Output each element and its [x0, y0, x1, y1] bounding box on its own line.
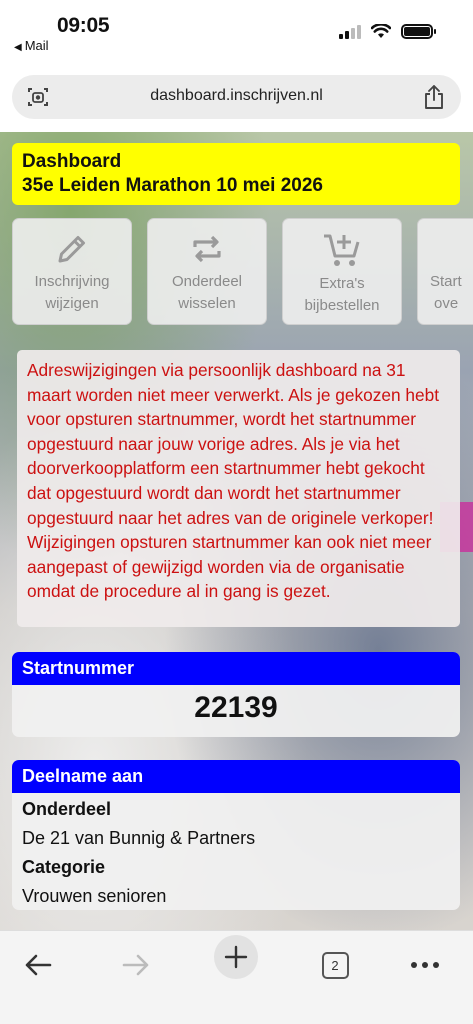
action-label-line1: Start [430, 273, 462, 290]
pencil-icon [58, 236, 85, 263]
back-button[interactable] [12, 939, 64, 991]
startnummer-card: Startnummer 22139 [12, 652, 460, 737]
tab-count: 2 [321, 951, 349, 979]
forward-button[interactable] [110, 939, 162, 991]
start-transfer-button[interactable]: Start ove [417, 218, 473, 325]
event-title: 35e Leiden Marathon 10 mei 2026 [22, 175, 323, 196]
status-bar: 09:05 ◀ Mail [0, 0, 473, 62]
back-to-app-link[interactable]: ◀ Mail [14, 38, 49, 53]
share-icon[interactable] [423, 84, 445, 110]
dashboard-title: Dashboard [22, 151, 122, 172]
wifi-icon [371, 24, 391, 38]
address-bar[interactable]: dashboard.inschrijven.nl [12, 75, 461, 119]
system-icons [339, 24, 436, 39]
startnummer-heading: Startnummer [12, 652, 460, 685]
swap-icon [193, 235, 221, 263]
url-text: dashboard.inschrijven.nl [150, 87, 323, 104]
switch-event-button[interactable]: Onderdeel wisselen [147, 218, 267, 325]
notice-text: Adreswijzigingen via persoonlijk dashboa… [27, 360, 440, 602]
address-change-notice: Adreswijzigingen via persoonlijk dashboa… [17, 350, 460, 627]
action-label-line2: wisselen [178, 295, 236, 312]
action-label-line2: wijzigen [45, 295, 99, 312]
clock: 09:05 [57, 14, 110, 37]
browser-toolbar: 2 [0, 930, 473, 1024]
deelname-card: Deelname aan Onderdeel De 21 van Bunnig … [12, 760, 460, 910]
categorie-value: Vrouwen senioren [22, 886, 167, 906]
action-buttons-row: Inschrijving wijzigen Onderdeel wisselen… [12, 218, 473, 326]
action-label-line1: Inschrijving [34, 273, 110, 290]
action-label-line2: bijbestellen [304, 297, 380, 314]
order-extras-button[interactable]: Extra's bijbestellen [282, 218, 402, 325]
back-triangle-icon: ◀ [14, 42, 22, 53]
plus-icon [224, 945, 248, 969]
arrow-left-icon [25, 954, 52, 976]
more-dots-icon [411, 962, 439, 968]
edit-registration-button[interactable]: Inschrijving wijzigen [12, 218, 132, 325]
action-label-line1: Onderdeel [171, 273, 243, 290]
onderdeel-value: De 21 van Bunnig & Partners [22, 828, 256, 848]
tabs-button[interactable]: 2 [309, 939, 361, 991]
new-tab-button[interactable] [214, 935, 258, 979]
web-page: Dashboard 35e Leiden Marathon 10 mei 202… [0, 132, 473, 930]
onderdeel-label: Onderdeel [22, 799, 112, 819]
action-label-line2: ove [434, 295, 459, 312]
deelname-heading: Deelname aan [12, 760, 460, 793]
startnummer-value: 22139 [194, 691, 278, 724]
cart-add-icon [324, 234, 360, 266]
cellular-signal-icon [339, 24, 361, 39]
dashboard-header: Dashboard 35e Leiden Marathon 10 mei 202… [12, 143, 460, 205]
categorie-label: Categorie [22, 857, 106, 877]
arrow-right-icon [122, 954, 149, 976]
more-menu-button[interactable] [399, 939, 451, 991]
back-app-label: Mail [24, 38, 49, 53]
battery-icon [401, 24, 436, 39]
action-label-line1: Extra's [319, 275, 365, 292]
browser-address-area: dashboard.inschrijven.nl [0, 62, 473, 132]
